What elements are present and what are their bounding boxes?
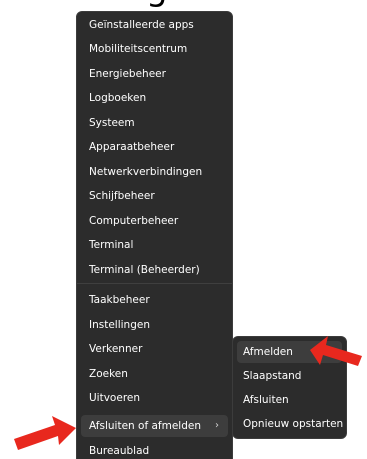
menu-item-device-manager[interactable]: Apparaatbeheer xyxy=(81,136,228,158)
menu-item-label: Afsluiten of afmelden xyxy=(89,420,202,432)
cropped-heading-text: g xyxy=(146,0,168,6)
menu-item-disk-management[interactable]: Schijfbeheer xyxy=(81,185,228,207)
menu-item-network-connections[interactable]: Netwerkverbindingen xyxy=(81,161,228,183)
menu-item-search[interactable]: Zoeken xyxy=(81,363,228,385)
menu-item-desktop[interactable]: Bureaublad xyxy=(81,440,228,459)
menu-item-settings[interactable]: Instellingen xyxy=(81,314,228,336)
menu-item-terminal-admin[interactable]: Terminal (Beheerder) xyxy=(81,259,228,281)
menu-item-computer-management[interactable]: Computerbeheer xyxy=(81,210,228,232)
menu-item-event-viewer[interactable]: Logboeken xyxy=(81,87,228,109)
menu-item-terminal[interactable]: Terminal xyxy=(81,234,228,256)
submenu-item-restart[interactable]: Opnieuw opstarten xyxy=(237,413,343,435)
menu-item-installed-apps[interactable]: Geïnstalleerde apps xyxy=(81,14,228,36)
menu-item-task-manager[interactable]: Taakbeheer xyxy=(81,289,228,311)
winx-context-menu: Geïnstalleerde apps Mobiliteitscentrum E… xyxy=(76,11,233,459)
menu-item-system[interactable]: Systeem xyxy=(81,112,228,134)
chevron-right-icon: › xyxy=(215,420,219,431)
menu-item-file-explorer[interactable]: Verkenner xyxy=(81,338,228,360)
menu-item-mobility-center[interactable]: Mobiliteitscentrum xyxy=(81,38,228,60)
menu-item-shutdown-or-sign-out[interactable]: Afsluiten of afmelden › xyxy=(81,415,228,437)
menu-divider xyxy=(77,283,232,284)
screenshot-stage: g Geïnstalleerde apps Mobiliteitscentrum… xyxy=(0,0,367,459)
red-arrow-icon xyxy=(14,416,76,450)
red-arrow-icon xyxy=(310,336,362,366)
menu-item-run[interactable]: Uitvoeren xyxy=(81,387,228,409)
submenu-item-shut-down[interactable]: Afsluiten xyxy=(237,389,342,411)
menu-item-power-options[interactable]: Energiebeheer xyxy=(81,63,228,85)
